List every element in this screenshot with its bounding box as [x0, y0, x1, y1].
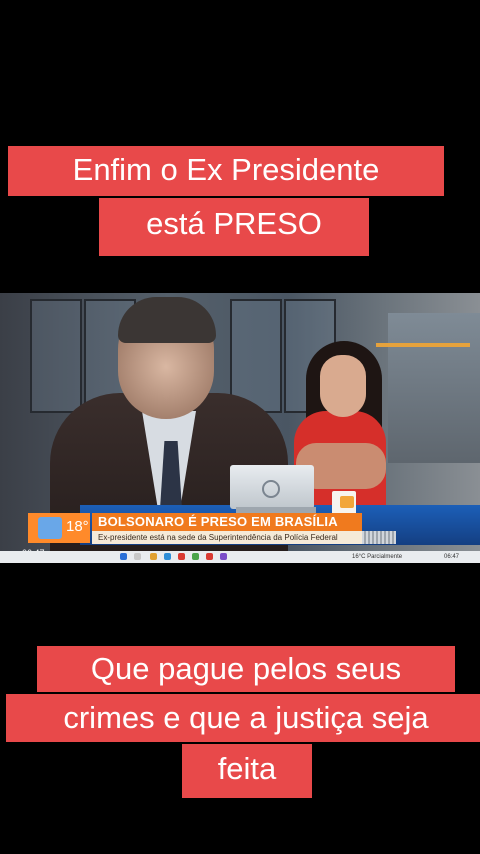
tv-screen-photo: 18° BOLSONARO É PRESO EM BRASÍLIA Ex-pre…	[0, 293, 480, 563]
app-icon	[178, 553, 185, 560]
caption-bottom-line-3: feita	[182, 744, 312, 798]
folder-icon	[150, 553, 157, 560]
windows-taskbar: 16°C Parcialmente 06:47	[0, 551, 480, 563]
globo-logo-icon	[262, 480, 280, 498]
caption-bottom-line-1: Que pague pelos seus	[37, 646, 455, 692]
windows-start-icon	[120, 553, 127, 560]
temperature-badge: 18°	[66, 518, 89, 535]
caption-line-1: Enfim o Ex Presidente	[8, 146, 444, 196]
search-icon	[134, 553, 141, 560]
channel-logo: 18°	[28, 513, 90, 543]
headline-text: BOLSONARO É PRESO EM BRASÍLIA	[98, 514, 338, 529]
anchor-face	[320, 355, 366, 417]
decorative-stripes	[362, 531, 396, 544]
channel-logo-icon	[38, 517, 62, 539]
app-icon	[206, 553, 213, 560]
app-icon	[220, 553, 227, 560]
headline-bar: BOLSONARO É PRESO EM BRASÍLIA	[92, 513, 362, 531]
app-icon	[192, 553, 199, 560]
edge-icon	[164, 553, 171, 560]
caption-bottom-line-2: crimes e que a justiça seja	[6, 694, 480, 742]
subheadline-bar: Ex-presidente está na sede da Superinten…	[92, 531, 362, 544]
subheadline-text: Ex-presidente está na sede da Superinten…	[98, 533, 338, 542]
caption-line-2: está PRESO	[99, 198, 369, 256]
taskbar-weather: 16°C Parcialmente	[352, 554, 403, 560]
studio-monitor	[388, 313, 480, 463]
lower-third: 18° BOLSONARO É PRESO EM BRASÍLIA Ex-pre…	[28, 511, 396, 547]
taskbar-time: 06:47	[444, 554, 460, 560]
mug-logo-icon	[340, 496, 354, 508]
studio-light-bar	[376, 343, 470, 347]
studio-window	[30, 299, 82, 413]
